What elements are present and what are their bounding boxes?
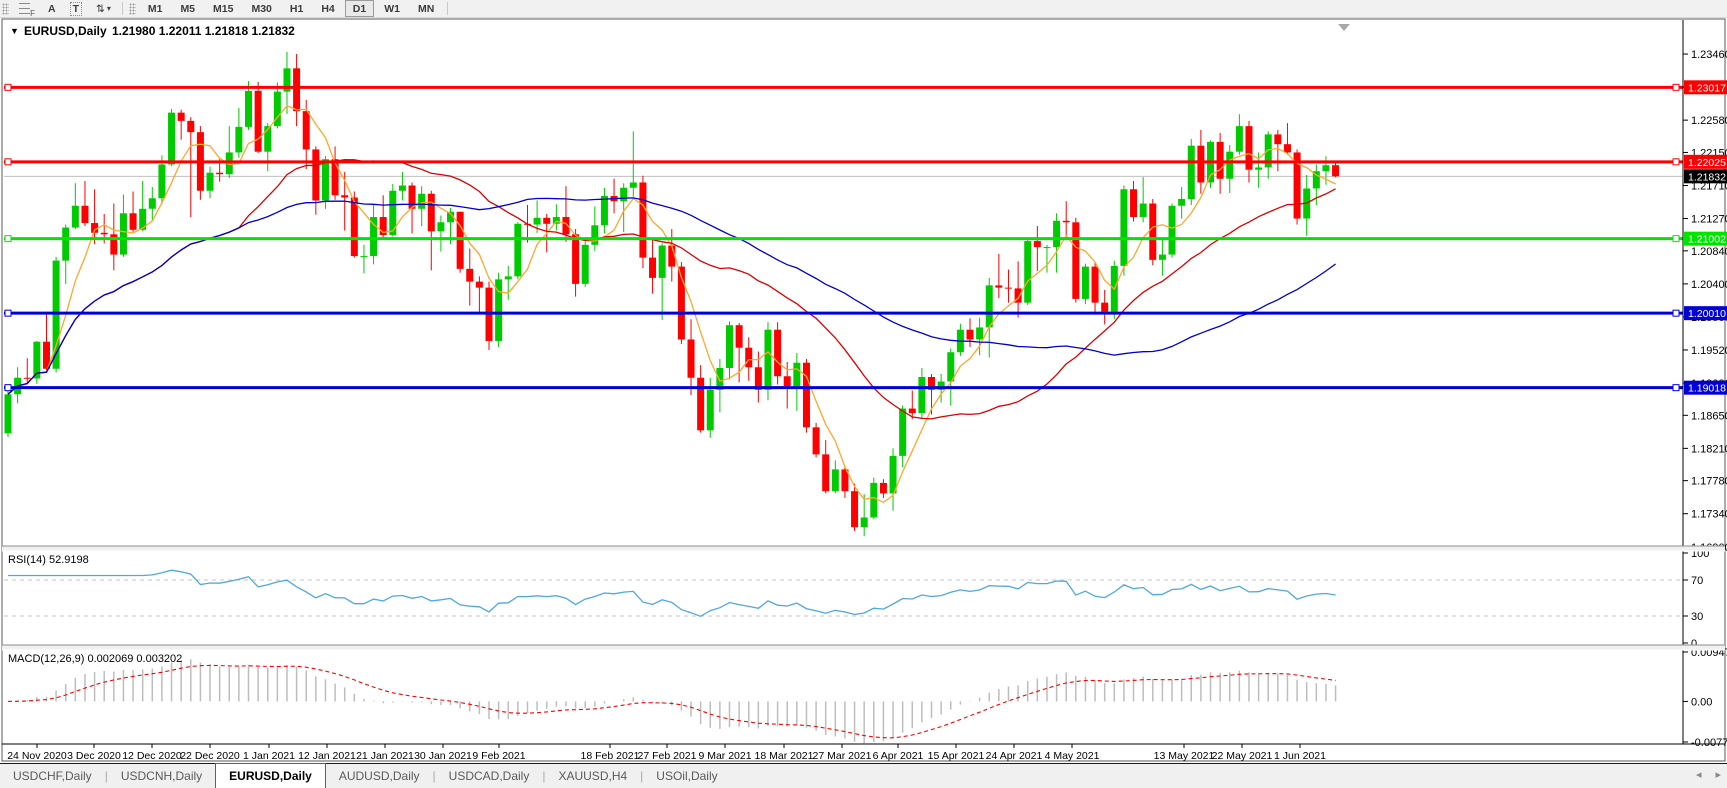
timeframe-button-w1[interactable]: W1 — [376, 0, 408, 17]
hline-handle[interactable] — [5, 84, 11, 90]
top-toolbar: F A T ⇅ ▾ M1M5M15M30H1H4D1W1MN — [0, 0, 1727, 18]
chart-svg[interactable]: ▼ EURUSD,Daily 1.21980 1.22011 1.21818 1.2… — [0, 0, 1727, 763]
panel-separator[interactable] — [2, 645, 1725, 650]
symbol-dropdown-icon[interactable]: ▼ — [10, 26, 19, 36]
svg-text:1.19520: 1.19520 — [1691, 345, 1727, 357]
hline-handle[interactable] — [1673, 159, 1679, 165]
svg-text:21 Jan 2021: 21 Jan 2021 — [356, 750, 414, 762]
svg-text:1.21002: 1.21002 — [1688, 234, 1726, 246]
panel-separator[interactable] — [2, 546, 1725, 551]
tab-scroll-left-icon[interactable]: ◂ — [1696, 768, 1702, 781]
svg-text:1 Jan 2021: 1 Jan 2021 — [243, 750, 295, 762]
objects-tool-button[interactable]: ⇅ ▾ — [90, 0, 117, 17]
hline-handle[interactable] — [1673, 310, 1679, 316]
svg-text:15 Apr 2021: 15 Apr 2021 — [928, 750, 985, 762]
svg-text:0.00: 0.00 — [1691, 696, 1712, 708]
svg-text:6 Apr 2021: 6 Apr 2021 — [873, 750, 924, 762]
svg-text:1.18210: 1.18210 — [1691, 443, 1727, 455]
svg-text:24 Nov 2020: 24 Nov 2020 — [7, 750, 67, 762]
text-label-icon: A — [48, 3, 56, 15]
symbol-tab-usdchf[interactable]: USDCHF,Daily — [0, 764, 105, 788]
text-box-icon: T — [70, 2, 82, 16]
svg-text:1.17340: 1.17340 — [1691, 509, 1727, 521]
svg-text:70: 70 — [1691, 575, 1703, 587]
rsi-label: RSI(14) 52.9198 — [8, 554, 89, 566]
svg-text:1.18650: 1.18650 — [1691, 410, 1727, 422]
svg-text:1 Jun 2021: 1 Jun 2021 — [1274, 750, 1326, 762]
timeframe-button-d1[interactable]: D1 — [345, 0, 374, 17]
svg-text:30: 30 — [1691, 611, 1703, 623]
arrows-objects-icon: ⇅ — [96, 3, 105, 15]
chevron-down-icon: ▾ — [107, 4, 111, 13]
timeframe-group: M1M5M15M30H1H4D1W1MN — [139, 0, 443, 17]
symbol-tab-usoil[interactable]: USOil,Daily — [643, 764, 730, 788]
text-box-tool-button[interactable]: T — [64, 0, 88, 17]
svg-text:9 Feb 2021: 9 Feb 2021 — [472, 750, 525, 762]
toolbar-grip[interactable] — [2, 3, 9, 15]
svg-text:18 Feb 2021: 18 Feb 2021 — [581, 750, 640, 762]
macd-label: MACD(12,26,9) 0.002069 0.003202 — [8, 653, 182, 665]
svg-text:4 May 2021: 4 May 2021 — [1045, 750, 1100, 762]
svg-text:1.20840: 1.20840 — [1691, 246, 1727, 258]
svg-text:22 May 2021: 22 May 2021 — [1212, 750, 1273, 762]
timeframe-button-m5[interactable]: M5 — [172, 0, 203, 17]
svg-text:1.19018: 1.19018 — [1688, 383, 1726, 395]
timeframe-button-m30[interactable]: M30 — [243, 0, 279, 17]
svg-text:-0.007778: -0.007778 — [1691, 737, 1727, 749]
svg-text:18 Mar 2021: 18 Mar 2021 — [755, 750, 814, 762]
chart-area[interactable]: ▼ EURUSD,Daily 1.21980 1.22011 1.21818 1.2… — [0, 0, 1727, 763]
toolbar-separator-2 — [447, 2, 448, 15]
svg-text:3 Dec 2020: 3 Dec 2020 — [67, 750, 121, 762]
svg-text:22 Dec 2020: 22 Dec 2020 — [180, 750, 240, 762]
hline-handle[interactable] — [5, 385, 11, 391]
symbol-tab-usdcnh[interactable]: USDCNH,Daily — [108, 764, 215, 788]
timeframe-button-mn[interactable]: MN — [410, 0, 442, 17]
timeframe-button-h4[interactable]: H4 — [313, 0, 342, 17]
svg-text:27 Mar 2021: 27 Mar 2021 — [813, 750, 872, 762]
fibonacci-tool-button[interactable]: F — [13, 0, 40, 17]
svg-text:24 Apr 2021: 24 Apr 2021 — [986, 750, 1043, 762]
tab-scroll-right-icon[interactable]: ▸ — [1715, 768, 1721, 781]
svg-text:27 Feb 2021: 27 Feb 2021 — [638, 750, 697, 762]
hline-handle[interactable] — [1673, 385, 1679, 391]
svg-text:13 May 2021: 13 May 2021 — [1154, 750, 1215, 762]
svg-text:12 Jan 2021: 12 Jan 2021 — [298, 750, 356, 762]
symbol-tab-bar: USDCHF,Daily|USDCNH,DailyEURUSD,DailyAUD… — [0, 763, 1727, 788]
svg-text:1.20400: 1.20400 — [1691, 279, 1727, 291]
svg-text:1.17780: 1.17780 — [1691, 476, 1727, 488]
hline-handle[interactable] — [1673, 84, 1679, 90]
hline-handle[interactable] — [5, 310, 11, 316]
svg-text:1.21270: 1.21270 — [1691, 214, 1727, 226]
fibonacci-lines-icon: F — [19, 3, 34, 15]
svg-text:1.20010: 1.20010 — [1688, 308, 1726, 320]
svg-text:1.23460: 1.23460 — [1691, 49, 1727, 61]
toolbar-grip-2[interactable] — [129, 3, 136, 15]
timeframe-button-m1[interactable]: M1 — [140, 0, 171, 17]
symbol-title: EURUSD,Daily — [24, 24, 107, 38]
hline-handle[interactable] — [1673, 236, 1679, 242]
svg-text:12 Dec 2020: 12 Dec 2020 — [122, 750, 182, 762]
symbol-tab-eurusd[interactable]: EURUSD,Daily — [215, 763, 326, 788]
symbol-tab-usdcad[interactable]: USDCAD,Daily — [436, 764, 543, 788]
svg-text:9 Mar 2021: 9 Mar 2021 — [698, 750, 751, 762]
timeframe-button-h1[interactable]: H1 — [282, 0, 311, 17]
symbol-tab-audusd[interactable]: AUDUSD,Daily — [326, 764, 433, 788]
ohlc-values: 1.21980 1.22011 1.21818 1.21832 — [112, 24, 295, 38]
hline-handle[interactable] — [5, 159, 11, 165]
text-label-tool-button[interactable]: A — [42, 0, 62, 17]
svg-text:1.22580: 1.22580 — [1691, 115, 1727, 127]
svg-text:1.23017: 1.23017 — [1688, 82, 1726, 94]
chart-header: ▼ EURUSD,Daily 1.21980 1.22011 1.21818 1.2… — [10, 24, 295, 38]
hline-handle[interactable] — [5, 236, 11, 242]
svg-text:1.21832: 1.21832 — [1688, 171, 1726, 183]
tab-scroll-nav: ◂ ▸ — [1696, 768, 1721, 781]
toolbar-separator — [122, 2, 123, 15]
svg-text:1.22025: 1.22025 — [1688, 157, 1726, 169]
symbol-tab-xauusd[interactable]: XAUUSD,H4 — [545, 764, 640, 788]
timeframe-button-m15[interactable]: M15 — [205, 0, 241, 17]
svg-text:30 Jan 2021: 30 Jan 2021 — [414, 750, 472, 762]
